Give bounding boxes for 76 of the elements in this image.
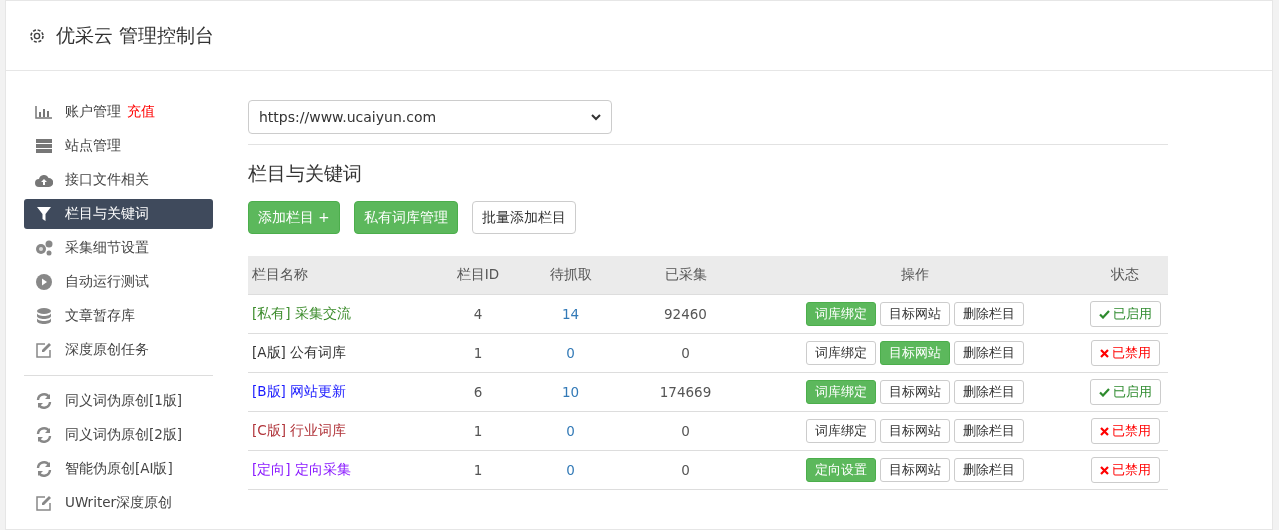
section-title: 栏目与关键词 — [248, 161, 363, 186]
table-cell: 14 — [561, 306, 580, 322]
action-button[interactable]: 目标网站 — [880, 419, 950, 443]
column-header: 已采集 — [623, 256, 748, 295]
action-button[interactable]: 词库绑定 — [806, 419, 876, 443]
action-button[interactable]: 删除栏目 — [954, 458, 1024, 482]
sidebar-item[interactable]: 同义词伪原创[1版] — [24, 386, 213, 416]
cross-icon — [1099, 426, 1109, 436]
sidebar-item[interactable]: 账户管理 充值 — [24, 97, 213, 127]
column-header: 栏目名称 — [248, 256, 438, 295]
cross-icon — [1099, 348, 1109, 358]
action-button[interactable]: 删除栏目 — [954, 302, 1024, 326]
edit-icon — [36, 495, 52, 511]
action-button[interactable]: 目标网站 — [880, 380, 950, 404]
check-icon — [1098, 309, 1110, 319]
cross-icon — [1099, 465, 1109, 475]
site-select[interactable]: https://www.ucaiyun.com — [248, 100, 612, 134]
sidebar-item[interactable]: 文章暂存库 — [24, 301, 213, 331]
toolbar-button[interactable]: 批量添加栏目 — [471, 201, 576, 234]
action-button[interactable]: 词库绑定 — [806, 341, 876, 365]
table-cell: 0 — [566, 423, 575, 439]
bar-chart-icon — [35, 105, 53, 119]
sidebar-item[interactable]: UWriter深度原创 — [24, 488, 213, 518]
database-icon — [37, 308, 51, 324]
refresh-icon — [36, 393, 52, 409]
action-button[interactable]: 删除栏目 — [954, 341, 1024, 365]
sidebar-item[interactable]: 接口文件相关 — [24, 165, 213, 195]
sidebar-item[interactable]: 同义词伪原创[2版] — [24, 420, 213, 450]
column-header: 状态 — [1082, 256, 1168, 295]
action-button[interactable]: 删除栏目 — [954, 380, 1024, 404]
chevron-down-icon — [591, 113, 601, 121]
status-button[interactable]: 已禁用 — [1090, 418, 1160, 444]
action-button[interactable]: 目标网站 — [880, 302, 950, 326]
column-name[interactable]: [私有] 采集交流 — [252, 305, 351, 323]
table-cell: 0 — [681, 423, 690, 439]
table-cell: 4 — [473, 306, 483, 322]
sidebar-item[interactable]: 采集细节设置 — [24, 233, 213, 263]
filter-icon — [37, 207, 51, 221]
refresh-icon — [36, 461, 52, 477]
column-header: 操作 — [748, 256, 1082, 295]
sidebar-item[interactable]: 站点管理 — [24, 131, 213, 161]
column-name[interactable]: [A版] 公有词库 — [252, 344, 347, 362]
app-title: 优采云 管理控制台 — [56, 22, 215, 48]
sidebar-item[interactable]: 智能伪原创[AI版] — [24, 454, 213, 484]
table-cell: 174669 — [659, 384, 712, 400]
table-cell: 6 — [473, 384, 483, 400]
table-cell: 1 — [473, 462, 483, 478]
settings-icon — [28, 26, 46, 45]
cloud-upload-icon — [35, 173, 53, 187]
sidebar-item[interactable]: 深度原创任务 — [24, 335, 213, 365]
table-cell: 0 — [681, 462, 690, 478]
status-button[interactable]: 已启用 — [1089, 379, 1161, 405]
edit-icon — [36, 342, 52, 358]
table-cell: 1 — [473, 345, 483, 361]
column-name[interactable]: [定向] 定向采集 — [252, 461, 351, 479]
status-button[interactable]: 已禁用 — [1090, 340, 1160, 366]
action-button[interactable]: 目标网站 — [880, 458, 950, 482]
status-button[interactable]: 已禁用 — [1090, 457, 1160, 483]
table-cell: 0 — [566, 345, 575, 361]
column-header: 待抓取 — [518, 256, 623, 295]
column-name[interactable]: [B版] 网站更新 — [252, 383, 347, 401]
refresh-icon — [36, 427, 52, 443]
table-cell: 1 — [473, 423, 483, 439]
server-icon — [36, 139, 52, 153]
table-cell: 10 — [561, 384, 580, 400]
action-button[interactable]: 删除栏目 — [954, 419, 1024, 443]
play-circle-icon — [36, 274, 52, 290]
table-cell: 92460 — [664, 306, 707, 322]
check-icon — [1098, 387, 1110, 397]
column-name[interactable]: [C版] 行业词库 — [252, 422, 347, 440]
column-header: 栏目ID — [438, 256, 518, 295]
sidebar-item[interactable]: 栏目与关键词 — [24, 199, 213, 229]
table-cell: 0 — [681, 345, 690, 361]
sidebar-item[interactable]: 自动运行测试 — [24, 267, 213, 297]
status-button[interactable]: 已启用 — [1089, 301, 1161, 327]
table-cell: 0 — [566, 462, 575, 478]
